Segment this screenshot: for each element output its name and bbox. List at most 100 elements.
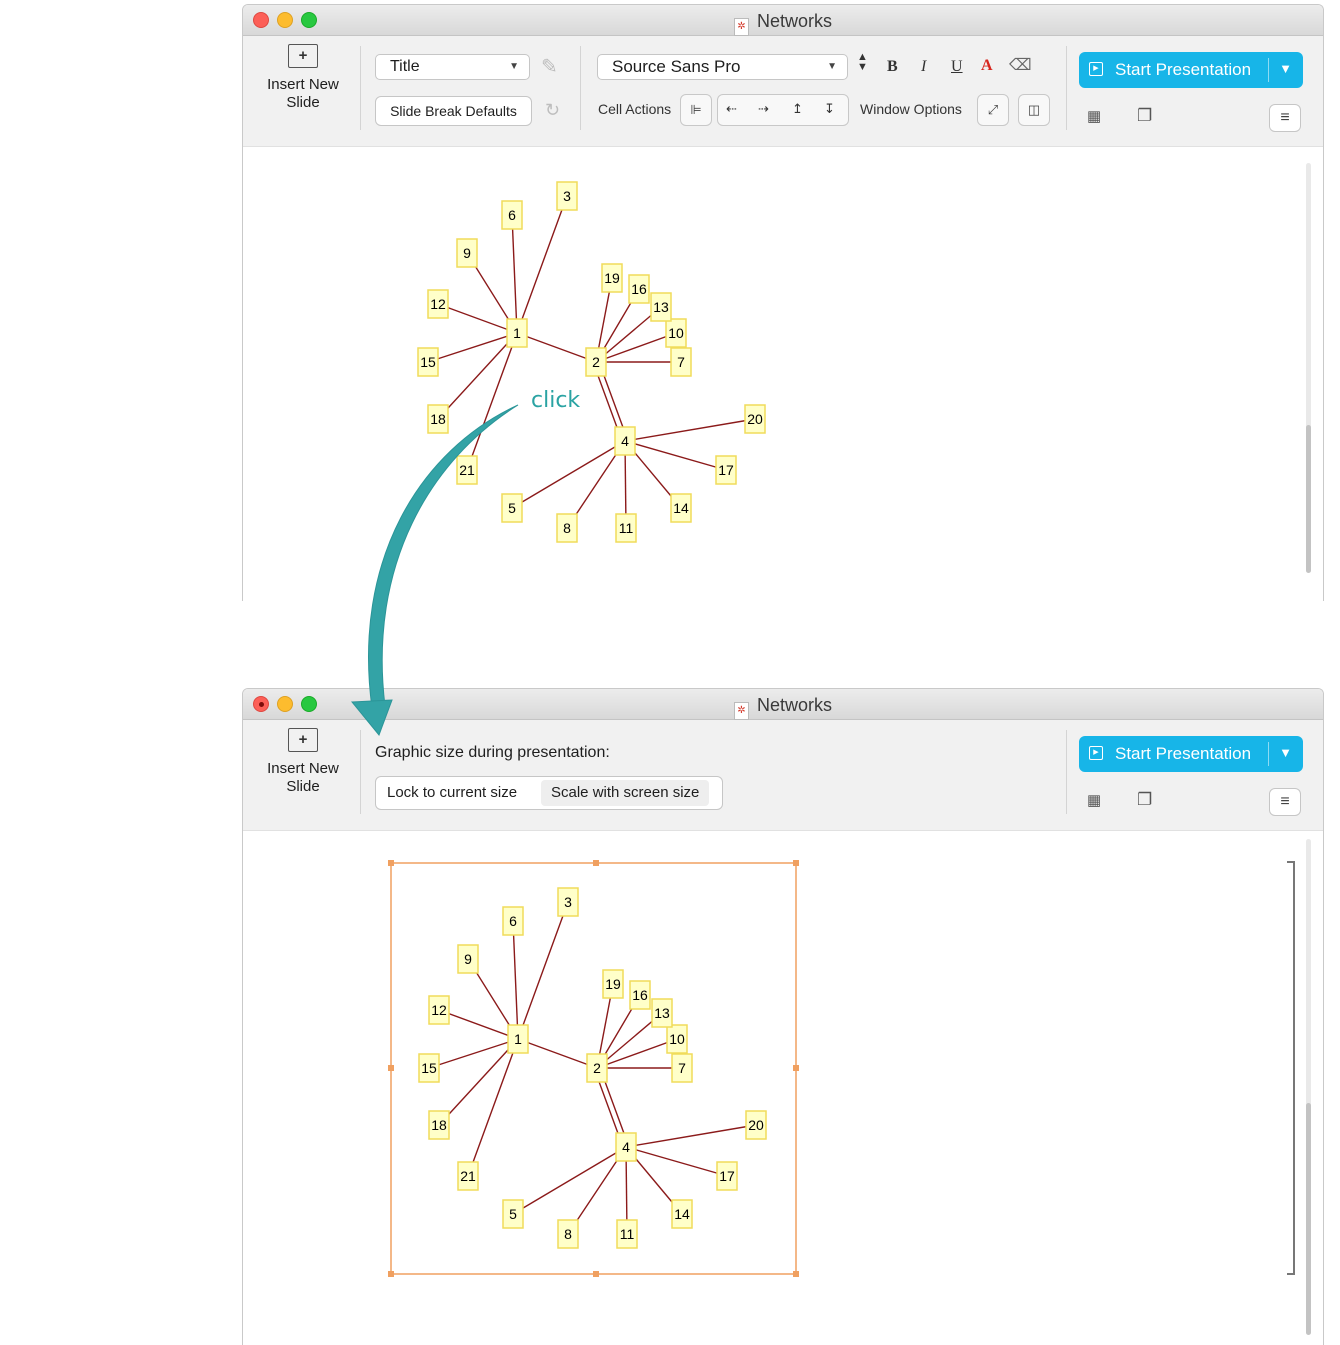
graph-edge	[624, 440, 727, 471]
node-label: 21	[459, 462, 475, 478]
graph-node-1[interactable]: 1	[506, 318, 528, 348]
node-label: 4	[621, 433, 629, 449]
graph-node-21[interactable]: 21	[456, 455, 478, 485]
graph-node-1[interactable]: 1	[507, 1024, 529, 1054]
resize-handle[interactable]	[593, 1271, 599, 1277]
graph-node-18[interactable]: 18	[427, 404, 449, 434]
graph-edge	[517, 901, 569, 1040]
node-label: 16	[632, 987, 648, 1003]
resize-handle[interactable]	[388, 860, 394, 866]
resize-handle[interactable]	[793, 1065, 799, 1071]
graph-node-14[interactable]: 14	[671, 1199, 693, 1229]
graph-edge	[438, 1009, 519, 1040]
graph-node-3[interactable]: 3	[557, 887, 579, 917]
node-label: 15	[421, 1060, 437, 1076]
graph-node-17[interactable]: 17	[716, 1161, 738, 1191]
graph-node-8[interactable]: 8	[556, 513, 578, 543]
graph-node-13[interactable]: 13	[651, 998, 673, 1028]
resize-handle[interactable]	[388, 1065, 394, 1071]
node-label: 3	[563, 188, 571, 204]
graph-node-2[interactable]: 2	[585, 347, 607, 377]
graph-node-8[interactable]: 8	[557, 1219, 579, 1249]
graph-node-4[interactable]: 4	[614, 426, 636, 456]
graph-node-19[interactable]: 19	[601, 263, 623, 293]
graph-node-15[interactable]: 15	[417, 347, 439, 377]
node-label: 10	[668, 325, 684, 341]
graph-edge	[516, 195, 568, 334]
node-label: 15	[420, 354, 436, 370]
graph-node-4[interactable]: 4	[615, 1132, 637, 1162]
graph-node-16[interactable]: 16	[628, 274, 650, 304]
graph-node-19[interactable]: 19	[602, 969, 624, 999]
graph-node-12[interactable]: 12	[428, 995, 450, 1025]
graph-node-5[interactable]: 5	[502, 1199, 524, 1229]
graph-edge	[437, 303, 518, 334]
graph-node-14[interactable]: 14	[670, 493, 692, 523]
node-label: 6	[509, 913, 517, 929]
node-label: 1	[514, 1031, 522, 1047]
graph-node-9[interactable]: 9	[457, 944, 479, 974]
graph-node-15[interactable]: 15	[418, 1053, 440, 1083]
node-label: 12	[430, 296, 446, 312]
graph-edge	[516, 332, 597, 363]
graph-node-20[interactable]: 20	[745, 1110, 767, 1140]
graph-node-17[interactable]: 17	[715, 455, 737, 485]
graph-node-10[interactable]: 10	[666, 1024, 688, 1054]
node-label: 8	[564, 1226, 572, 1242]
graph-node-3[interactable]: 3	[556, 181, 578, 211]
graph-node-5[interactable]: 5	[501, 493, 523, 523]
node-label: 12	[431, 1002, 447, 1018]
node-label: 2	[593, 1060, 601, 1076]
graph-node-6[interactable]: 6	[502, 906, 524, 936]
graph-edge	[511, 214, 518, 334]
node-label: 1	[513, 325, 521, 341]
graph-node-11[interactable]: 11	[616, 1219, 638, 1249]
resize-handle[interactable]	[593, 860, 599, 866]
resize-handle[interactable]	[793, 860, 799, 866]
node-label: 2	[592, 354, 600, 370]
graph-node-20[interactable]: 20	[744, 404, 766, 434]
node-label: 13	[653, 299, 669, 315]
graph-node-13[interactable]: 13	[650, 292, 672, 322]
graph-node-2[interactable]: 2	[586, 1053, 608, 1083]
graph-node-16[interactable]: 16	[629, 980, 651, 1010]
graph-node-18[interactable]: 18	[428, 1110, 450, 1140]
graph-edge	[625, 1124, 757, 1148]
node-label: 4	[622, 1139, 630, 1155]
node-label: 8	[563, 520, 571, 536]
network-graphs: 123456789101112 131415161718192021 123456…	[350, 181, 799, 1277]
graph-edge	[595, 332, 677, 363]
graph-edge	[512, 1146, 627, 1215]
graph-edge	[512, 920, 519, 1040]
node-label: 19	[604, 270, 620, 286]
node-label: 16	[631, 281, 647, 297]
resize-handle[interactable]	[388, 1271, 394, 1277]
click-annotation: click	[531, 388, 581, 413]
graph-node-7[interactable]: 7	[670, 347, 692, 377]
node-label: 18	[430, 411, 446, 427]
graph-node-11[interactable]: 11	[615, 513, 637, 543]
resize-handle[interactable]	[793, 1271, 799, 1277]
node-label: 5	[509, 1206, 517, 1222]
node-label: 7	[678, 1060, 686, 1076]
node-label: 6	[508, 207, 516, 223]
graph-node-12[interactable]: 12	[427, 289, 449, 319]
graph-edge	[466, 332, 518, 471]
node-label: 7	[677, 354, 685, 370]
graph-node-9[interactable]: 9	[456, 238, 478, 268]
graph-edge	[517, 1038, 598, 1069]
node-label: 19	[605, 976, 621, 992]
node-label: 20	[748, 1117, 764, 1133]
graph-node-10[interactable]: 10	[665, 318, 687, 348]
network-graph-before[interactable]: 123456789101112 131415161718192021	[417, 181, 766, 543]
graph-edge	[511, 440, 626, 509]
graph-node-7[interactable]: 7	[671, 1053, 693, 1083]
node-label: 5	[508, 500, 516, 516]
graph-node-21[interactable]: 21	[457, 1161, 479, 1191]
network-graph-after[interactable]: 123456789101112 131415161718192021	[418, 887, 767, 1249]
node-label: 11	[619, 520, 634, 536]
node-label: 9	[463, 245, 471, 261]
graph-node-6[interactable]: 6	[501, 200, 523, 230]
node-label: 21	[460, 1168, 476, 1184]
graph-edge	[467, 1038, 519, 1177]
